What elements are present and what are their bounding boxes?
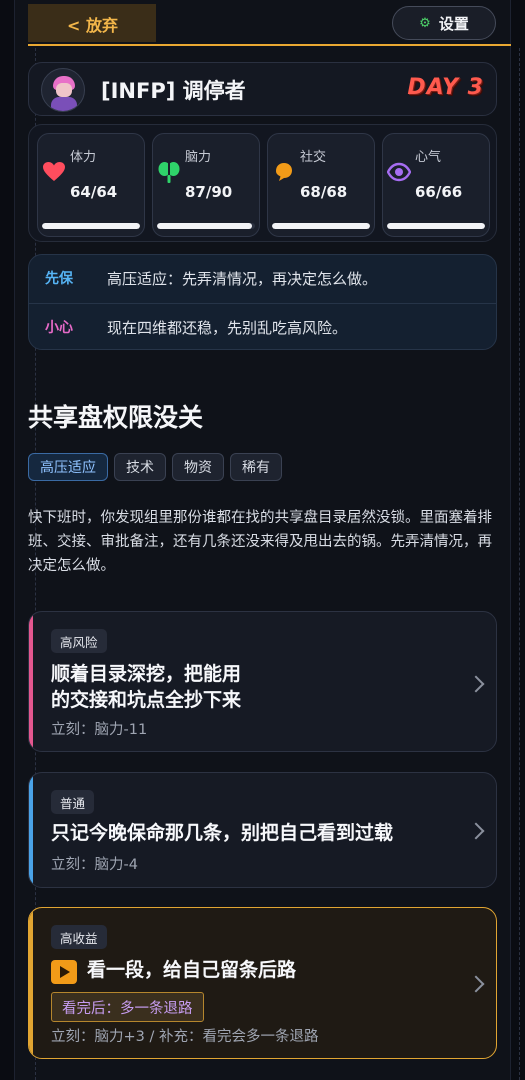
advice-row-priority: 先保 高压适应：先弄清情况，再决定怎么做。 xyxy=(29,255,496,303)
top-bar-divider xyxy=(28,44,511,46)
stat-value: 68/68 xyxy=(300,183,348,201)
choice-card-high-risk[interactable]: 高风险 顺着目录深挖，把能用 的交接和坑点全抄下来 立刻：脑力-11 xyxy=(28,611,497,752)
choice-effect: 立刻：脑力+3 / 补充：看完会多一条退路 xyxy=(51,1029,319,1045)
heart-icon xyxy=(43,162,65,181)
stat-value: 66/66 xyxy=(415,183,463,201)
event-description: 快下班时，你发现组里那份谁都在找的共享盘目录居然没锁。里面塞着排班、交接、审批备… xyxy=(28,510,492,574)
chat-bubble-icon xyxy=(276,163,292,181)
choice-title: 只记今晚保命那几条，别把自己看到过载 xyxy=(51,822,394,844)
gear-icon: ⚙ xyxy=(419,15,431,31)
chevron-right-icon xyxy=(467,975,485,993)
day-counter: DAY 3 xyxy=(407,75,484,100)
event-tag: 物资 xyxy=(172,453,224,481)
quit-button[interactable]: < 放弃 xyxy=(28,4,156,42)
advice-text: 高压适应：先弄清情况，再决定怎么做。 xyxy=(107,270,378,288)
event-tags: 高压适应 技术 物资 稀有 xyxy=(28,453,282,481)
settings-button[interactable]: ⚙ 设置 xyxy=(392,6,496,40)
advice-panel: 先保 高压适应：先弄清情况，再决定怎么做。 小心 现在四维都还稳，先别乱吃高风险… xyxy=(28,254,497,350)
eye-icon xyxy=(387,162,411,182)
character-header: [INFP] 调停者 DAY 3 xyxy=(28,62,497,116)
top-bar: < 放弃 ⚙ 设置 xyxy=(14,0,511,48)
stat-bar-fill xyxy=(157,223,252,229)
choice-title-line1: 顺着目录深挖，把能用 xyxy=(51,663,242,685)
choice-card-normal[interactable]: 普通 只记今晚保命那几条，别把自己看到过载 立刻：脑力-4 xyxy=(28,772,497,888)
chevron-right-icon xyxy=(467,822,485,840)
choice-effect: 立刻：脑力-4 xyxy=(51,857,138,873)
choice-title-line2: 的交接和坑点全抄下来 xyxy=(51,689,242,711)
choice-accent xyxy=(29,612,33,751)
event-tag: 高压适应 xyxy=(28,453,108,481)
frame-guide-right xyxy=(519,48,520,1080)
brain-icon xyxy=(158,162,180,183)
stat-value: 87/90 xyxy=(185,183,233,201)
stat-stamina: 体力 64/64 xyxy=(37,133,145,237)
stat-bar-fill xyxy=(42,223,140,229)
stat-bar-fill xyxy=(272,223,370,229)
choice-accent xyxy=(29,773,33,887)
stat-bar xyxy=(272,223,370,229)
stat-brain: 脑力 87/90 xyxy=(152,133,260,237)
avatar-face xyxy=(56,83,72,97)
choice-badge: 高风险 xyxy=(51,629,107,653)
stat-spirit: 心气 66/66 xyxy=(382,133,490,237)
stat-label: 脑力 xyxy=(185,150,212,165)
stat-bar xyxy=(42,223,140,229)
play-video-icon xyxy=(51,960,77,984)
advice-row-caution: 小心 现在四维都还稳，先别乱吃高风险。 xyxy=(29,303,496,351)
reward-preview: 看完后：多一条退路 xyxy=(51,992,204,1022)
advice-key: 小心 xyxy=(45,320,73,336)
avatar xyxy=(41,68,85,112)
choice-badge: 普通 xyxy=(51,790,95,814)
advice-key: 先保 xyxy=(45,271,73,287)
stat-bar-fill xyxy=(387,223,485,229)
stat-social: 社交 68/68 xyxy=(267,133,375,237)
stat-bar xyxy=(387,223,485,229)
stat-label: 体力 xyxy=(70,150,97,165)
avatar-body xyxy=(51,97,77,111)
event-tag: 技术 xyxy=(114,453,166,481)
settings-label: 设置 xyxy=(438,14,469,33)
choice-accent xyxy=(29,908,33,1058)
choice-effect: 立刻：脑力-11 xyxy=(51,722,148,738)
choice-card-high-reward[interactable]: 高收益 看一段，给自己留条后路 看完后：多一条退路 立刻：脑力+3 / 补充：看… xyxy=(28,907,497,1059)
choice-badge: 高收益 xyxy=(51,925,107,949)
stats-panel: 体力 64/64 脑力 87/90 社交 68/68 心气 66/66 xyxy=(28,124,497,242)
stat-label: 社交 xyxy=(300,150,327,165)
advice-text: 现在四维都还稳，先别乱吃高风险。 xyxy=(107,319,348,337)
chevron-right-icon xyxy=(467,675,485,693)
stat-value: 64/64 xyxy=(70,183,118,201)
stat-bar xyxy=(157,223,255,229)
event-tag: 稀有 xyxy=(230,453,282,481)
character-title: [INFP] 调停者 xyxy=(101,79,246,103)
stat-label: 心气 xyxy=(415,150,442,165)
event-title: 共享盘权限没关 xyxy=(28,403,204,432)
choice-title: 看一段，给自己留条后路 xyxy=(87,959,297,981)
